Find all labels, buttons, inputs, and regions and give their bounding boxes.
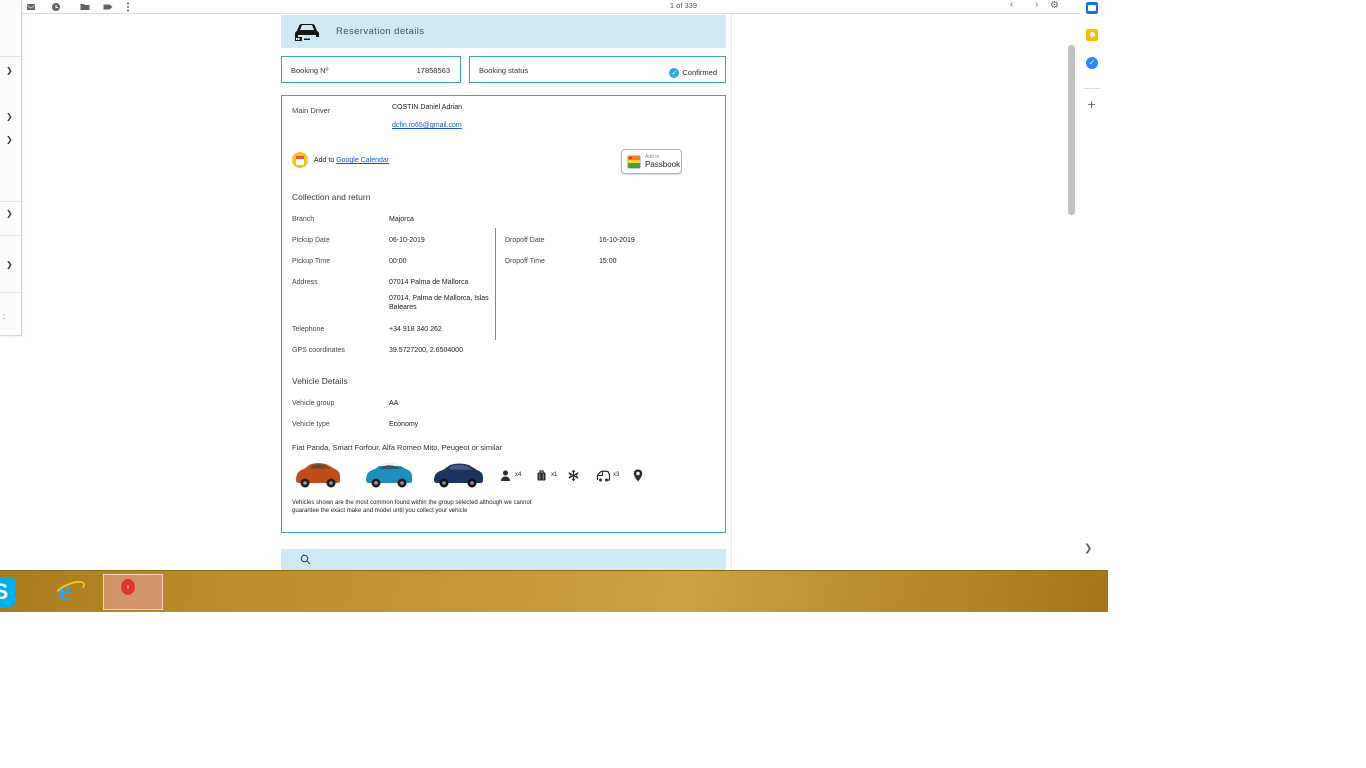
chevron-right-icon[interactable]: ❯	[6, 66, 13, 75]
doors-count: x3	[613, 472, 619, 478]
settings-icon[interactable]: ⚙	[1050, 0, 1059, 11]
car-icon	[293, 20, 321, 47]
dropoff-time-value: 15:00	[599, 258, 617, 265]
add-to-calendar-row: Add to Google Calendar	[314, 157, 389, 164]
pickup-date-value: 06-10-2019	[389, 237, 425, 244]
vehicle-details-title: Vehicle Details	[292, 376, 348, 386]
booking-number-value: 17858563	[417, 66, 450, 75]
windows-taskbar: S e ENG 14:50	[0, 570, 1108, 612]
chevron-right-icon[interactable]: ❯	[6, 135, 13, 144]
divider	[0, 201, 21, 202]
add-to-passbook-button[interactable]: Add to Passbook	[621, 149, 682, 174]
collection-return-title: Collection and return	[292, 192, 370, 202]
telephone-label: Telephone	[292, 326, 324, 333]
vehicle-disclaimer: Vehicles shown are the most common found…	[292, 500, 554, 515]
vertical-scrollbar[interactable]	[1068, 45, 1075, 215]
aircon-icon	[567, 469, 580, 487]
divider	[0, 56, 21, 57]
pickup-date-label: Pickup Date	[292, 237, 330, 244]
prev-icon[interactable]: ‹	[1010, 0, 1013, 10]
skype-icon[interactable]: S	[0, 577, 16, 607]
divider	[0, 292, 21, 293]
mail-icon[interactable]	[25, 1, 37, 13]
calendar-icon[interactable]	[1086, 2, 1098, 14]
vehicle-type-label: Vehicle type	[292, 421, 330, 428]
divider	[1084, 88, 1100, 89]
collapse-panel-icon[interactable]: ❯	[1084, 543, 1092, 554]
telephone-value: +34 918 340 262	[389, 326, 442, 333]
driver-email-link[interactable]: dcfin.ro65@gmail.com	[392, 122, 462, 129]
tasks-icon[interactable]: ✓	[1086, 57, 1098, 69]
chevron-right-icon[interactable]: ❯	[6, 260, 13, 269]
vehicle-type-value: Economy	[389, 421, 418, 428]
left-collapsed-panel: ❯ ❯ ❯ ❯ ❯ :	[0, 0, 22, 336]
car-image-smart-forfour	[361, 460, 417, 494]
gps-value: 39.5727200, 2.6504000	[389, 347, 463, 354]
pickup-time-value: 00:00	[389, 258, 407, 265]
side-panel: ✓ +	[1080, 0, 1108, 570]
opera-icon[interactable]	[103, 574, 163, 610]
branch-value: Majorca	[389, 216, 414, 223]
internet-explorer-icon[interactable]: e	[54, 574, 88, 608]
next-section-header	[281, 549, 726, 570]
left-panel-item[interactable]: :	[3, 312, 5, 321]
desktop: 1 of 339 ‹ › ⚙ ❯ ❯ ❯ ❯ ❯ : Reserv	[0, 0, 1366, 768]
label-icon[interactable]	[102, 1, 114, 13]
booking-status-value: Confirmed	[682, 68, 717, 77]
snooze-icon[interactable]	[50, 1, 62, 13]
next-icon[interactable]: ›	[1035, 0, 1038, 10]
divider	[0, 235, 21, 236]
passengers-count: x4	[515, 472, 521, 478]
passengers-icon	[500, 469, 511, 487]
luggage-icon	[536, 469, 547, 487]
confirmed-check-icon: ✓	[669, 68, 679, 78]
main-driver-label: Main Driver	[292, 106, 330, 115]
email-toolbar: 1 of 339 ‹ › ⚙	[0, 0, 1080, 14]
luggage-count: x1	[551, 472, 557, 478]
folder-icon[interactable]	[79, 1, 91, 13]
page-indicator: 1 of 339	[670, 1, 697, 10]
dropoff-date-value: 16-10-2019	[599, 237, 635, 244]
booking-status-label: Booking status	[479, 66, 528, 75]
car-image-hatchback-blue	[430, 460, 487, 494]
magnifier-icon	[300, 554, 311, 565]
chevron-right-icon[interactable]: ❯	[6, 112, 13, 121]
google-calendar-link[interactable]: Google Calendar	[336, 157, 389, 164]
gps-label: GPS coordinates	[292, 347, 345, 354]
page-title: Reservation details	[336, 26, 424, 37]
dropoff-time-label: Dropoff Time	[505, 258, 545, 265]
keep-icon[interactable]	[1086, 29, 1098, 41]
car-image-fiat-panda	[291, 460, 345, 494]
reservation-header: Reservation details	[281, 15, 726, 48]
vehicle-group-value: AA	[389, 400, 398, 407]
booking-number-label: Booking Nº	[291, 66, 328, 75]
vehicle-group-label: Vehicle group	[292, 400, 334, 407]
column-divider	[495, 228, 496, 340]
branch-label: Branch	[292, 216, 314, 223]
reservation-details-box: Main Driver COSTIN Daniel Adrian dcfin.r…	[281, 95, 726, 533]
booking-status-box: Booking status ✓Confirmed	[469, 56, 726, 83]
address-value-2: 07014, Palma de Mallorca, Islas Baleares	[389, 295, 489, 312]
doors-icon	[596, 469, 610, 487]
google-calendar-icon	[292, 152, 308, 168]
vehicle-models: Fiat Panda, Smart Forfour, Alfa Romeo Mi…	[292, 443, 502, 452]
dropoff-date-label: Dropoff Date	[505, 237, 545, 244]
add-addon-icon[interactable]: +	[1087, 98, 1096, 111]
address-label: Address	[292, 279, 318, 286]
booking-number-box: Booking Nº 17858563	[281, 56, 461, 83]
pickup-time-label: Pickup Time	[292, 258, 330, 265]
main-driver-name: COSTIN Daniel Adrian	[392, 104, 462, 111]
pane-divider	[731, 14, 732, 570]
gps-icon	[633, 469, 643, 487]
passbook-icon	[627, 155, 641, 169]
address-value: 07014 Palma de Mallorca	[389, 279, 468, 286]
more-options-icon[interactable]	[122, 1, 134, 13]
chevron-right-icon[interactable]: ❯	[6, 209, 13, 218]
